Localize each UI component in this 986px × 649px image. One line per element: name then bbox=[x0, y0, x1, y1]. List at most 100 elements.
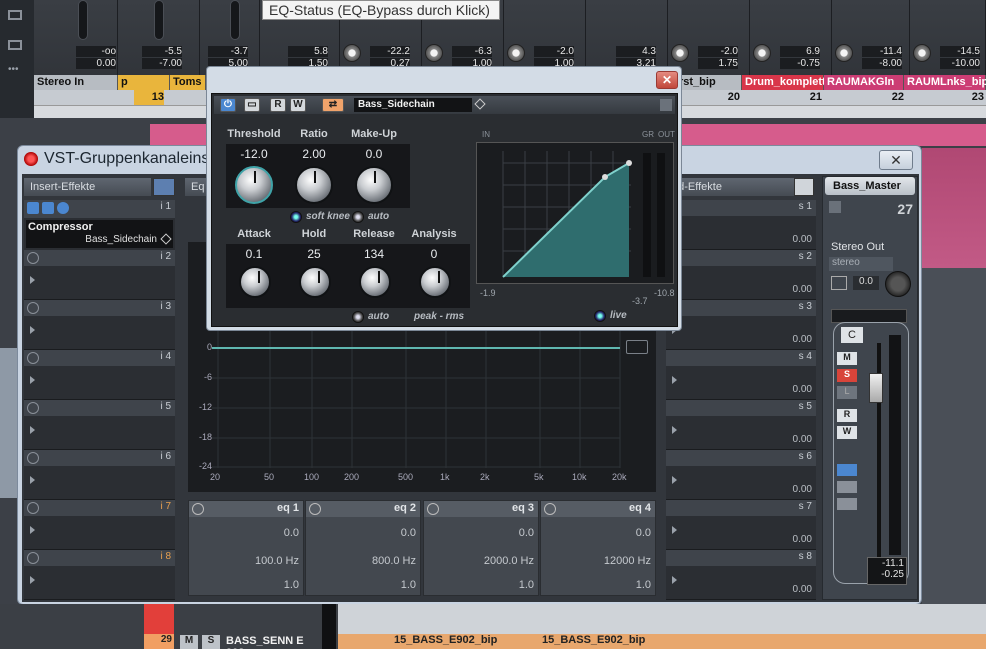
send-level[interactable]: 0.00 bbox=[793, 334, 812, 345]
analysis-knob[interactable] bbox=[419, 266, 451, 298]
monitor-knob-icon[interactable] bbox=[835, 44, 853, 62]
monitor-knob-icon[interactable] bbox=[913, 44, 931, 62]
power-icon[interactable] bbox=[27, 502, 39, 514]
send-level[interactable]: 0.00 bbox=[793, 434, 812, 445]
compressor-slot[interactable]: Compressor Bass_Sidechain bbox=[26, 220, 173, 248]
write-automation-button[interactable]: W bbox=[290, 98, 306, 112]
freeze-icon[interactable] bbox=[837, 481, 857, 493]
read-automation-button[interactable]: R bbox=[270, 98, 286, 112]
power-icon[interactable] bbox=[27, 402, 39, 414]
send-level[interactable]: 0.00 bbox=[793, 484, 812, 495]
track-name[interactable]: Drum_komplett bbox=[742, 75, 826, 90]
power-icon[interactable] bbox=[544, 503, 556, 515]
attack-knob[interactable] bbox=[239, 266, 271, 298]
slot-arrow-icon[interactable] bbox=[30, 276, 35, 284]
track-name[interactable]: Toms bbox=[170, 75, 206, 90]
power-icon[interactable] bbox=[27, 452, 39, 464]
audio-clip-name[interactable]: 15_BASS_E902_bip bbox=[394, 634, 497, 646]
bypass-icon[interactable] bbox=[42, 202, 54, 214]
slot-arrow-icon[interactable] bbox=[30, 576, 35, 584]
makeup-knob[interactable] bbox=[355, 166, 393, 204]
track-name[interactable]: rst_bip bbox=[676, 75, 742, 90]
monitor-knob-icon[interactable] bbox=[343, 44, 361, 62]
send-slot[interactable]: s 1 0.00 bbox=[666, 200, 816, 250]
ratio-value[interactable]: 2.00 bbox=[284, 147, 344, 161]
monitor-icon[interactable] bbox=[837, 464, 857, 476]
band-frequency[interactable]: 12000 Hz bbox=[604, 555, 651, 567]
preset-menu-icon[interactable] bbox=[160, 233, 172, 245]
band-q[interactable]: 1.0 bbox=[519, 579, 534, 591]
power-icon[interactable] bbox=[27, 252, 39, 264]
threshold-value[interactable]: -12.0 bbox=[224, 147, 284, 161]
ratio-knob[interactable] bbox=[295, 166, 333, 204]
pan-value[interactable]: 0.0 bbox=[853, 276, 879, 290]
insert-slot[interactable]: i 4 bbox=[24, 350, 175, 400]
audio-clip-name[interactable]: 15_BASS_E902_bip bbox=[542, 634, 645, 646]
live-toggle[interactable] bbox=[594, 310, 606, 322]
listen-button[interactable]: L bbox=[837, 386, 857, 399]
fader[interactable] bbox=[154, 0, 164, 40]
send-level[interactable]: 0.00 bbox=[793, 284, 812, 295]
slot-arrow-icon[interactable] bbox=[672, 526, 677, 534]
insert-slot[interactable]: i 2 bbox=[24, 250, 175, 300]
track-solo-button[interactable]: S bbox=[202, 635, 220, 649]
mute-button[interactable]: M bbox=[837, 352, 857, 365]
power-icon[interactable] bbox=[27, 552, 39, 564]
band-gain[interactable]: 0.0 bbox=[284, 527, 299, 539]
slot-arrow-icon[interactable] bbox=[672, 576, 677, 584]
plugin-menu-icon[interactable] bbox=[660, 99, 672, 111]
band-gain[interactable]: 0.0 bbox=[636, 527, 651, 539]
slot-arrow-icon[interactable] bbox=[30, 526, 35, 534]
monitor-knob-icon[interactable] bbox=[507, 44, 525, 62]
send-slot[interactable]: s 2 0.00 bbox=[666, 250, 816, 300]
band-gain[interactable]: 0.0 bbox=[401, 527, 416, 539]
pan-bypass-icon[interactable] bbox=[831, 276, 847, 290]
release-value[interactable]: 134 bbox=[344, 247, 404, 261]
toolbar-icon[interactable] bbox=[8, 40, 22, 50]
slot-arrow-icon[interactable] bbox=[672, 426, 677, 434]
preset-menu-icon[interactable] bbox=[474, 98, 486, 110]
toolbar-icon[interactable] bbox=[8, 10, 22, 20]
band-gain[interactable]: 0.0 bbox=[519, 527, 534, 539]
track-name[interactable]: p bbox=[118, 75, 170, 90]
makeup-value[interactable]: 0.0 bbox=[344, 147, 404, 161]
fader[interactable] bbox=[78, 0, 88, 40]
fader-value[interactable]: -0.25 bbox=[868, 569, 904, 580]
pan-knob[interactable] bbox=[885, 271, 911, 297]
read-button[interactable]: R bbox=[837, 409, 857, 422]
pan-slider[interactable] bbox=[831, 309, 907, 323]
power-icon[interactable] bbox=[27, 352, 39, 364]
soft-knee-toggle[interactable] bbox=[290, 211, 302, 223]
power-icon[interactable]: ⏻ bbox=[220, 98, 236, 112]
hold-knob[interactable] bbox=[299, 266, 331, 298]
left-inspector-tabs[interactable] bbox=[0, 348, 17, 498]
threshold-handle[interactable] bbox=[602, 174, 608, 180]
track-name[interactable]: RAUMLnks_bip bbox=[904, 75, 986, 90]
insert-bypass-button[interactable] bbox=[153, 178, 175, 196]
toolbar-dots-icon[interactable]: ••• bbox=[8, 64, 19, 75]
plugin-close-button[interactable]: ✕ bbox=[656, 71, 678, 89]
power-icon[interactable] bbox=[427, 503, 439, 515]
channel-menu-icon[interactable] bbox=[829, 201, 841, 213]
slot-arrow-icon[interactable] bbox=[672, 476, 677, 484]
curve-end-handle[interactable] bbox=[626, 160, 632, 166]
send-level[interactable]: 0.00 bbox=[793, 534, 812, 545]
monitor-knob-icon[interactable] bbox=[753, 44, 771, 62]
track-name[interactable]: Stereo In bbox=[34, 75, 118, 90]
hold-value[interactable]: 25 bbox=[284, 247, 344, 261]
preset-name[interactable]: Bass_Sidechain bbox=[354, 98, 472, 112]
auto-makeup-toggle[interactable] bbox=[352, 211, 364, 223]
threshold-knob[interactable] bbox=[235, 166, 273, 204]
band-frequency[interactable]: 2000.0 Hz bbox=[484, 555, 534, 567]
send-slot[interactable]: s 4 0.00 bbox=[666, 350, 816, 400]
band-frequency[interactable]: 100.0 Hz bbox=[255, 555, 299, 567]
send-level[interactable]: 0.00 bbox=[793, 234, 812, 245]
insert-slot[interactable]: i 8 bbox=[24, 550, 175, 600]
band-q[interactable]: 1.0 bbox=[636, 579, 651, 591]
slot-arrow-icon[interactable] bbox=[30, 426, 35, 434]
channel-name[interactable]: Bass_Master bbox=[825, 177, 915, 195]
attack-value[interactable]: 0.1 bbox=[224, 247, 284, 261]
insert-slot[interactable]: i 3 bbox=[24, 300, 175, 350]
power-icon[interactable] bbox=[309, 503, 321, 515]
band-q[interactable]: 1.0 bbox=[284, 579, 299, 591]
